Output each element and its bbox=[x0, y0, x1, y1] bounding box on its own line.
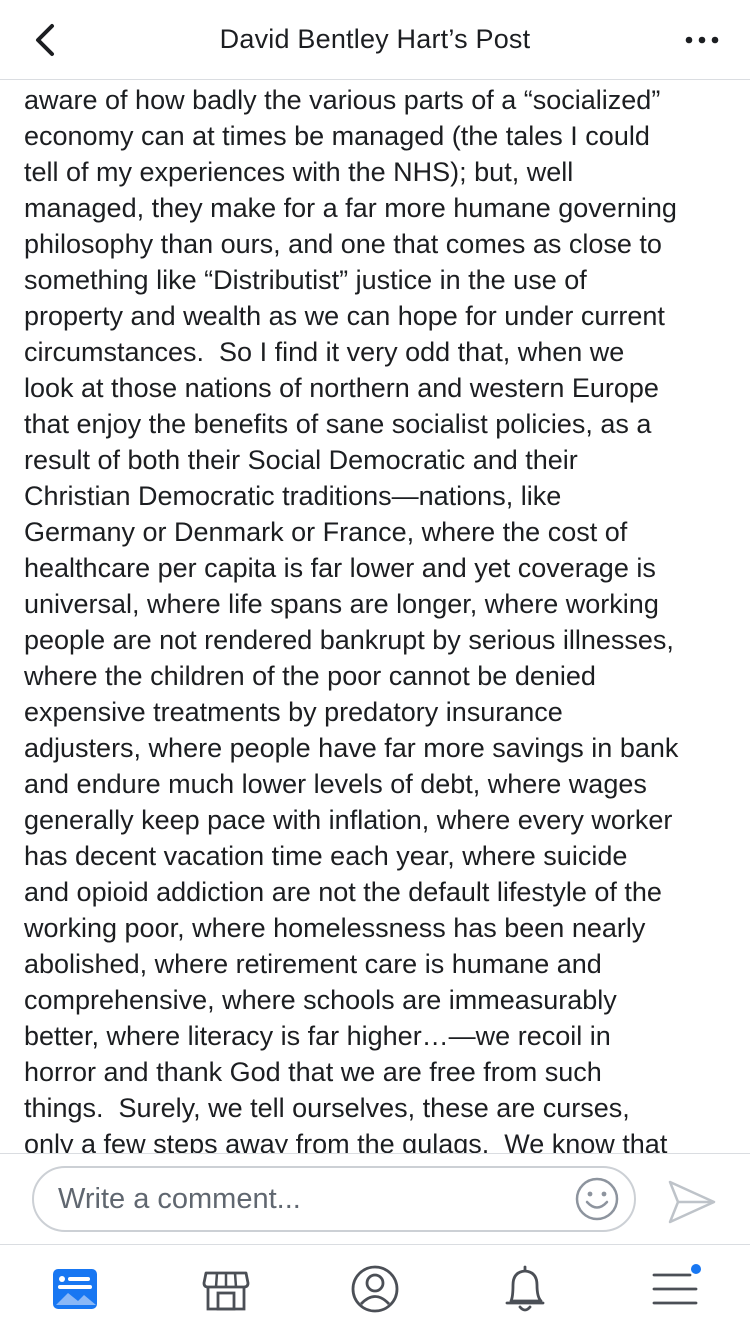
post-line: Germany or Denmark or France, where the … bbox=[24, 517, 628, 547]
post-line: only a few steps away from the gulags. W… bbox=[24, 1129, 668, 1153]
post-line: universal, where life spans are longer, … bbox=[24, 589, 659, 619]
tab-news-feed[interactable] bbox=[50, 1263, 102, 1315]
post-line: generally keep pace with inflation, wher… bbox=[24, 805, 673, 835]
post-line: expensive treatments by predatory insura… bbox=[24, 697, 563, 727]
post-line: philosophy than ours, and one that comes… bbox=[24, 229, 662, 259]
more-options-button[interactable] bbox=[682, 26, 722, 54]
post-line: that enjoy the benefits of sane socialis… bbox=[24, 409, 652, 439]
post-line: healthcare per capita is far lower and y… bbox=[24, 553, 656, 583]
post-line: working poor, where homelessness has bee… bbox=[24, 913, 646, 943]
tab-marketplace[interactable] bbox=[200, 1263, 252, 1315]
tab-menu[interactable] bbox=[650, 1262, 703, 1315]
post-line: look at those nations of northern and we… bbox=[24, 373, 659, 403]
post-body: aware of how badly the various parts of … bbox=[24, 82, 729, 1153]
post-line: economy can at times be managed (the tal… bbox=[24, 121, 650, 151]
post-line: has decent vacation time each year, wher… bbox=[24, 841, 628, 871]
post-line: result of both their Social Democratic a… bbox=[24, 445, 578, 475]
post-line: Christian Democratic traditions—nations,… bbox=[24, 481, 562, 511]
post-line: circumstances. So I find it very odd tha… bbox=[24, 337, 625, 367]
post-content: aware of how badly the various parts of … bbox=[0, 80, 750, 1153]
post-line: property and wealth as we can hope for u… bbox=[24, 301, 665, 331]
comment-input[interactable]: Write a comment... bbox=[32, 1166, 636, 1232]
top-bar: David Bentley Hart’s Post bbox=[0, 0, 750, 80]
tab-notifications[interactable] bbox=[499, 1263, 551, 1315]
post-line: and endure much lower levels of debt, wh… bbox=[24, 769, 647, 799]
post-line: adjusters, where people have far more sa… bbox=[24, 733, 679, 763]
send-icon[interactable] bbox=[666, 1178, 718, 1226]
post-line: horror and thank God that we are free fr… bbox=[24, 1057, 602, 1087]
post-line: and opioid addiction are not the default… bbox=[24, 877, 662, 907]
notification-dot bbox=[689, 1262, 703, 1276]
more-horizontal-icon bbox=[685, 36, 719, 44]
tab-profile[interactable] bbox=[349, 1263, 401, 1315]
comment-placeholder: Write a comment... bbox=[58, 1183, 301, 1215]
marketplace-icon bbox=[202, 1271, 250, 1311]
post-line: better, where literacy is far higher…—we… bbox=[24, 1021, 611, 1051]
bell-icon bbox=[505, 1265, 545, 1312]
post-line: aware of how badly the various parts of … bbox=[24, 85, 661, 115]
profile-icon bbox=[351, 1265, 399, 1313]
comment-composer: Write a comment... bbox=[0, 1153, 750, 1245]
post-line: abolished, where retirement care is huma… bbox=[24, 949, 602, 979]
post-line: where the children of the poor cannot be… bbox=[24, 661, 596, 691]
bottom-tab-bar bbox=[0, 1245, 750, 1334]
post-line: tell of my experiences with the NHS); bu… bbox=[24, 157, 574, 187]
hamburger-menu-icon bbox=[652, 1262, 703, 1305]
post-line: managed, they make for a far more humane… bbox=[24, 193, 677, 223]
post-line: something like “Distributist” justice in… bbox=[24, 265, 587, 295]
post-line: people are not rendered bankrupt by seri… bbox=[24, 625, 674, 655]
page-title: David Bentley Hart’s Post bbox=[219, 24, 531, 54]
smiley-icon[interactable] bbox=[574, 1176, 620, 1222]
news-feed-icon bbox=[53, 1269, 97, 1309]
post-line: things. Surely, we tell ourselves, these… bbox=[24, 1093, 630, 1123]
post-line: comprehensive, where schools are immeasu… bbox=[24, 985, 617, 1015]
